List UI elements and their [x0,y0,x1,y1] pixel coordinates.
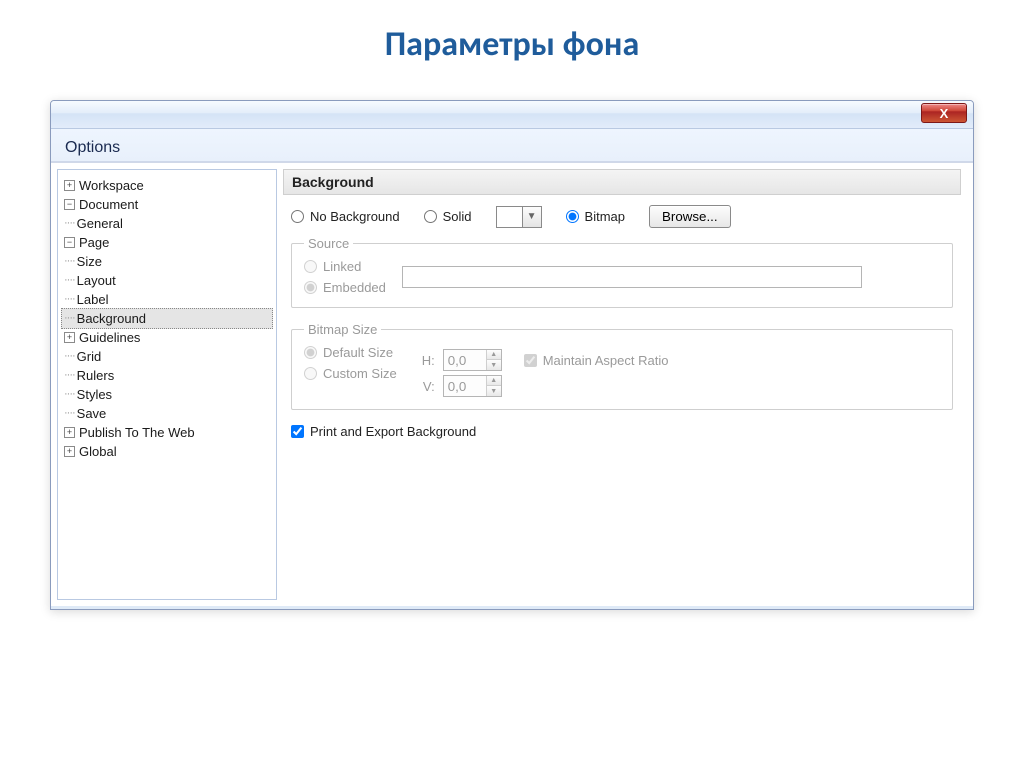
expand-icon[interactable]: + [64,332,75,343]
tree-connector-icon: ···· [64,404,75,423]
maintain-aspect-checkbox: Maintain Aspect Ratio [524,353,669,368]
tree-item-label[interactable]: ···· Label [62,290,272,309]
solid-color-picker[interactable]: ▼ [496,206,542,228]
source-group: Source Linked Embedded [291,236,953,308]
linked-label: Linked [323,259,361,274]
embedded-radio-input [304,281,317,294]
bitmap-size-legend: Bitmap Size [304,322,381,337]
tree-connector-icon: ···· [64,366,75,385]
tree-label: Layout [77,271,116,290]
slide-title: Параметры фона [0,0,1024,83]
source-legend: Source [304,236,353,251]
tree-item-background[interactable]: ···· Background [61,308,273,329]
tree-item-layout[interactable]: ···· Layout [62,271,272,290]
embedded-radio: Embedded [304,280,386,295]
tree-item-rulers[interactable]: ···· Rulers [62,366,272,385]
tree-item-workspace[interactable]: + Workspace [62,176,272,195]
tree-item-global[interactable]: + Global [62,442,272,461]
tree-label: Grid [77,347,102,366]
linked-radio: Linked [304,259,386,274]
tree-label: Workspace [79,176,144,195]
linked-radio-input [304,260,317,273]
options-tree[interactable]: + Workspace − Document ···· General [57,169,277,600]
tree-item-guidelines[interactable]: + Guidelines [62,328,272,347]
tree-connector-icon: ···· [64,290,75,309]
tree-label: Document [79,195,138,214]
chevron-up-icon: ▲ [487,350,501,360]
chevron-down-icon: ▼ [487,386,501,396]
tree-item-save[interactable]: ···· Save [62,404,272,423]
tree-label: Styles [77,385,112,404]
chevron-down-icon: ▼ [487,360,501,370]
v-value-input [444,376,486,396]
maintain-aspect-label: Maintain Aspect Ratio [543,353,669,368]
tree-item-styles[interactable]: ···· Styles [62,385,272,404]
default-size-label: Default Size [323,345,393,360]
tree-connector-icon: ···· [64,271,75,290]
tree-connector-icon: ···· [64,214,75,233]
background-panel: Background No Background Solid [283,169,967,600]
bitmap-radio-input[interactable] [566,210,579,223]
v-label: V: [417,379,435,394]
h-value-input [444,350,486,370]
tree-item-general[interactable]: ···· General [62,214,272,233]
no-background-radio-input[interactable] [291,210,304,223]
tree-label: Publish To The Web [79,423,195,442]
expand-icon[interactable]: + [64,446,75,457]
browse-button[interactable]: Browse... [649,205,731,228]
panel-header: Background [283,169,961,195]
tree-label: General [77,214,123,233]
tree-item-publish[interactable]: + Publish To The Web [62,423,272,442]
source-path-input [402,266,862,288]
custom-size-label: Custom Size [323,366,397,381]
tree-item-document[interactable]: − Document [62,195,272,214]
maintain-aspect-input [524,354,537,367]
v-spinner: ▲ ▼ [443,375,502,397]
color-swatch-box [497,207,523,227]
print-export-label: Print and Export Background [310,424,476,439]
close-icon: X [940,106,949,121]
tree-label: Save [77,404,107,423]
tree-label: Background [77,309,146,328]
h-spinner: ▲ ▼ [443,349,502,371]
bitmap-size-group: Bitmap Size Default Size Custom Size [291,322,953,410]
custom-size-radio: Custom Size [304,366,397,381]
expand-icon[interactable]: + [64,180,75,191]
chevron-down-icon[interactable]: ▼ [523,207,541,227]
close-button[interactable]: X [921,103,967,123]
tree-item-page[interactable]: − Page [62,233,272,252]
expand-icon[interactable]: + [64,427,75,438]
bitmap-radio[interactable]: Bitmap [566,209,625,224]
tree-item-size[interactable]: ···· Size [62,252,272,271]
titlebar: X [51,101,973,129]
collapse-icon[interactable]: − [64,237,75,248]
tree-connector-icon: ···· [64,347,75,366]
tree-connector-icon: ···· [64,309,75,328]
solid-radio-input[interactable] [424,210,437,223]
tree-label: Label [77,290,109,309]
embedded-label: Embedded [323,280,386,295]
tree-label: Size [77,252,102,271]
tree-label: Global [79,442,117,461]
no-background-radio[interactable]: No Background [291,209,400,224]
tree-label: Guidelines [79,328,140,347]
collapse-icon[interactable]: − [64,199,75,210]
tree-label: Page [79,233,109,252]
bitmap-label: Bitmap [585,209,625,224]
h-label: H: [417,353,435,368]
tree-item-grid[interactable]: ···· Grid [62,347,272,366]
default-size-radio-input [304,346,317,359]
solid-label: Solid [443,209,472,224]
print-export-checkbox[interactable] [291,425,304,438]
tree-connector-icon: ···· [64,252,75,271]
solid-radio[interactable]: Solid [424,209,472,224]
tree-label: Rulers [77,366,115,385]
no-background-label: No Background [310,209,400,224]
options-window: X Options + Workspace − Doc [50,100,974,610]
tree-connector-icon: ···· [64,385,75,404]
default-size-radio: Default Size [304,345,397,360]
window-caption: Options [51,129,973,162]
custom-size-radio-input [304,367,317,380]
chevron-up-icon: ▲ [487,376,501,386]
